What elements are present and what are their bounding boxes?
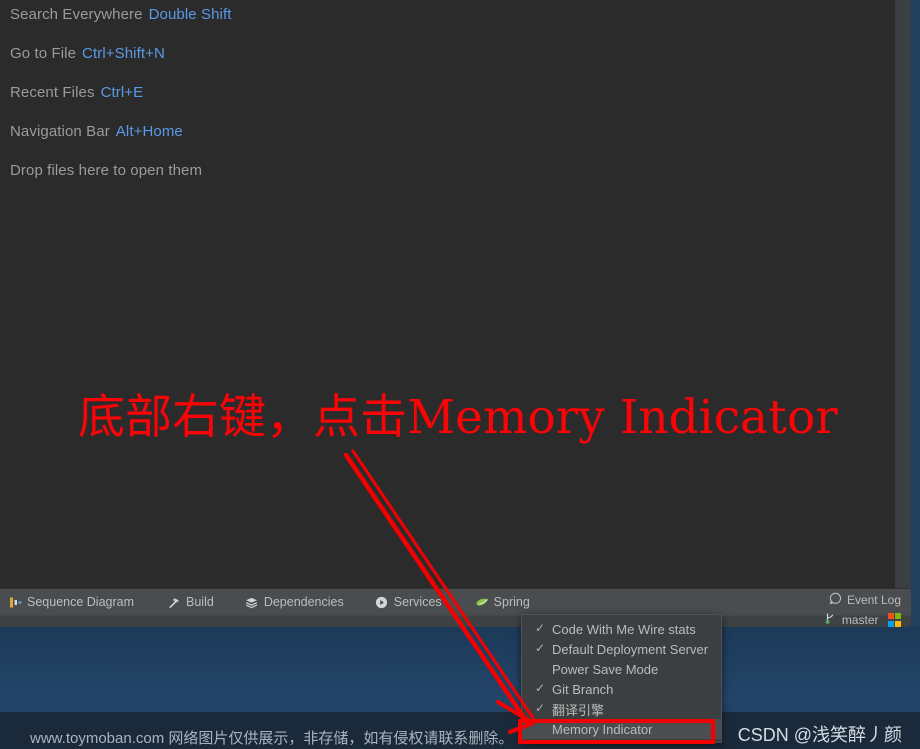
hint-search-everywhere: Search Everywhere Double Shift bbox=[10, 6, 232, 23]
status-item-spring[interactable]: Spring bbox=[467, 589, 539, 615]
status-item-label: master bbox=[841, 613, 879, 627]
menu-item-label: Power Save Mode bbox=[552, 661, 659, 677]
status-item-build[interactable]: Build bbox=[159, 589, 223, 615]
status-item-event-log[interactable]: Event Log bbox=[825, 591, 905, 609]
ide-window: Search Everywhere Double Shift Go to File… bbox=[0, 0, 911, 627]
hint-label: Recent Files bbox=[10, 84, 95, 101]
layers-icon bbox=[245, 595, 259, 609]
hint-go-to-file: Go to File Ctrl+Shift+N bbox=[10, 45, 165, 62]
play-circle-icon bbox=[375, 595, 389, 609]
editor-empty-area[interactable]: Search Everywhere Double Shift Go to File… bbox=[0, 0, 895, 588]
status-bar-left-group: Sequence Diagram Build Dependencies Serv… bbox=[0, 589, 539, 615]
menu-item-default-deployment-server[interactable]: ✓ Default Deployment Server bbox=[522, 639, 721, 659]
status-bar-right-group: Event Log master bbox=[820, 591, 905, 627]
status-item-git-branch[interactable]: master bbox=[820, 611, 905, 627]
hint-recent-files: Recent Files Ctrl+E bbox=[10, 84, 143, 101]
menu-item-translation-engine[interactable]: ✓ 翻译引擎 bbox=[522, 699, 721, 719]
status-item-label: Dependencies bbox=[263, 595, 344, 609]
status-item-dependencies[interactable]: Dependencies bbox=[237, 589, 353, 615]
watermark-site: www.toymoban.com 网络图片仅供展示，非存储，如有侵权请联系删除。 bbox=[30, 730, 514, 747]
leaf-icon bbox=[475, 595, 489, 609]
annotation-text: 底部右键，点击Memory Indicator bbox=[78, 390, 838, 445]
watermark-csdn: CSDN @浅笑醉丿颜 bbox=[737, 725, 902, 745]
hint-shortcut: Ctrl+Shift+N bbox=[82, 45, 165, 62]
check-icon: ✓ bbox=[535, 701, 546, 715]
hint-navigation-bar: Navigation Bar Alt+Home bbox=[10, 123, 183, 140]
menu-item-label: Code With Me Wire stats bbox=[552, 621, 696, 637]
status-bar-secondary-row bbox=[0, 615, 911, 627]
menu-item-label: 翻译引擎 bbox=[552, 702, 605, 718]
event-log-icon bbox=[829, 592, 842, 608]
hammer-icon bbox=[167, 595, 181, 609]
menu-item-power-save-mode[interactable]: Power Save Mode bbox=[522, 659, 721, 679]
menu-item-code-with-me-wire-stats[interactable]: ✓ Code With Me Wire stats bbox=[522, 619, 721, 639]
hint-label: Navigation Bar bbox=[10, 123, 110, 140]
sequence-diagram-icon bbox=[8, 595, 22, 609]
status-item-label: Event Log bbox=[846, 593, 901, 607]
hint-shortcut: Double Shift bbox=[148, 6, 232, 23]
hint-drop-files: Drop files here to open them bbox=[10, 162, 202, 179]
hint-label: Drop files here to open them bbox=[10, 162, 203, 179]
status-item-label: Services bbox=[393, 595, 442, 609]
windows-logo-icon[interactable] bbox=[887, 613, 901, 627]
hint-label: Search Everywhere bbox=[10, 6, 143, 23]
menu-item-label: Default Deployment Server bbox=[552, 641, 709, 657]
git-branch-icon bbox=[824, 612, 837, 627]
status-item-label: Build bbox=[186, 595, 214, 609]
menu-item-label: Git Branch bbox=[552, 681, 614, 697]
status-item-label: Spring bbox=[493, 595, 530, 609]
highlight-box-memory-indicator bbox=[518, 719, 715, 744]
hint-shortcut: Ctrl+E bbox=[100, 84, 144, 101]
status-item-services[interactable]: Services bbox=[367, 589, 451, 615]
hint-shortcut: Alt+Home bbox=[115, 123, 183, 140]
status-item-label: Sequence Diagram bbox=[27, 595, 135, 609]
check-icon: ✓ bbox=[535, 681, 546, 695]
hint-label: Go to File bbox=[10, 45, 77, 62]
menu-item-git-branch[interactable]: ✓ Git Branch bbox=[522, 679, 721, 699]
status-item-sequence-diagram[interactable]: Sequence Diagram bbox=[0, 589, 143, 615]
check-icon: ✓ bbox=[535, 641, 546, 655]
status-bar: Sequence Diagram Build Dependencies Serv… bbox=[0, 588, 911, 627]
screenshot-root: Search Everywhere Double Shift Go to File… bbox=[0, 0, 920, 749]
check-icon: ✓ bbox=[535, 621, 546, 635]
editor-scrollbar[interactable] bbox=[895, 0, 911, 588]
